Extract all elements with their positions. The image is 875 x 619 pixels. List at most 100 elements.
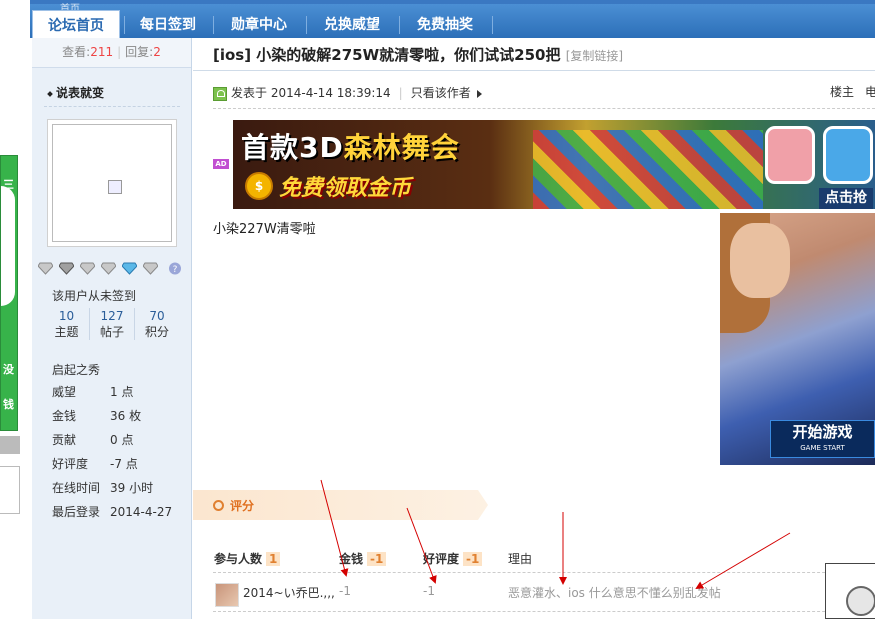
post-meta: 发表于 2014-4-14 18:39:14 | 只看该作者	[213, 84, 482, 101]
profile-value: 2014-4-27	[110, 505, 173, 519]
profile-value: 0 点	[110, 433, 134, 447]
col-money: 金钱 -1	[339, 550, 387, 567]
diamond-medal-icon[interactable]	[38, 262, 53, 275]
replies-count: 2	[153, 45, 161, 59]
rating-money: -1	[339, 584, 351, 598]
online-user-icon	[213, 86, 227, 101]
rating-circle-icon	[213, 500, 224, 511]
post-main: [ios] 小染的破解275W就清零啦，你们试试250把 [复制链接] 发表于 …	[193, 38, 875, 619]
panda-character-icon	[823, 126, 873, 184]
banner-cta-button[interactable]: 点击抢	[819, 188, 873, 209]
broken-image-icon	[108, 180, 122, 194]
top-nav-bar: 首页 论坛首页 每日签到 勋章中心 兑换威望 免费抽奖	[30, 0, 875, 42]
col-reason: 理由	[508, 552, 533, 566]
rating-heading: 评分	[230, 499, 255, 513]
start-game-button[interactable]: 开始游戏 GAME START	[770, 420, 875, 458]
divider	[213, 108, 875, 109]
rater-avatar[interactable]	[215, 583, 239, 607]
checkin-status: 该用户从未签到	[52, 289, 137, 303]
col-participants-label: 参与人数	[214, 552, 263, 566]
diamond-medal-icon[interactable]	[59, 262, 74, 275]
profile-key: 金钱	[52, 409, 77, 423]
counter-topics[interactable]: 10 主题	[44, 308, 89, 340]
views-count: 211	[90, 45, 114, 59]
post-body: 小染227W清零啦	[213, 222, 316, 237]
col-participants: 参与人数 1	[214, 550, 281, 567]
money-total: -1	[367, 552, 387, 566]
profile-value: -7 点	[110, 457, 138, 471]
float-ad-glyph: 钱	[3, 398, 14, 411]
banner-headline-part: 首款3D	[241, 131, 344, 164]
rater-name[interactable]: 2014~い乔巴.,,,	[243, 584, 335, 601]
profile-key: 威望	[52, 385, 77, 399]
divider	[193, 70, 875, 71]
arrow-right-icon	[476, 89, 482, 98]
counter-label: 帖子	[99, 325, 124, 339]
forum-thread-page: 首页 论坛首页 每日签到 勋章中心 兑换威望 免费抽奖 三 没 钱 查看:211…	[0, 0, 875, 619]
rep-total: -1	[463, 552, 483, 566]
mascot-face-icon	[846, 586, 875, 616]
start-game-label: 开始游戏	[792, 423, 853, 441]
game-side-ad[interactable]: 开始游戏 GAME START	[720, 213, 875, 465]
coin-icon: $	[245, 172, 273, 200]
game-banner-ad[interactable]: 首款3D森林舞会 $ 免费领取金币 点击抢	[233, 120, 875, 209]
user-rank: 启起之秀	[52, 363, 101, 377]
banner-headline: 首款3D森林舞会	[241, 126, 460, 166]
banner-headline-part: 森林舞会	[343, 131, 460, 164]
diamond-medal-icon[interactable]	[101, 262, 116, 275]
counter-points[interactable]: 70 积分	[134, 308, 179, 340]
counter-label: 积分	[144, 325, 169, 339]
profile-key: 最后登录	[52, 505, 101, 519]
nav-divider	[306, 16, 307, 34]
replies-label: 回复:	[125, 45, 154, 59]
counter-value: 70	[149, 309, 165, 323]
avatar[interactable]	[47, 119, 177, 247]
counter-label: 主题	[54, 325, 79, 339]
banner-subline: 免费领取金币	[279, 176, 412, 201]
float-ad-glyph: 没	[3, 363, 14, 376]
float-ad-circle	[1, 186, 15, 306]
diamond-medal-icon[interactable]	[143, 262, 158, 275]
only-author-link[interactable]: 只看该作者	[411, 86, 471, 100]
copy-link-button[interactable]: [复制链接]	[566, 49, 623, 63]
author-sidebar: 查看:211 | 回复:2 说表就变 ? 该用户从未签到 10 主题 127 帖子 70…	[32, 38, 192, 619]
profile-key: 好评度	[52, 457, 89, 471]
profile-value: 1 点	[110, 385, 134, 399]
thread-stats: 查看:211 | 回复:2	[32, 38, 191, 68]
float-ad-close[interactable]	[0, 436, 20, 454]
diamond-medal-icon[interactable]	[80, 262, 95, 275]
counter-posts[interactable]: 127 帖子	[89, 308, 134, 340]
col-rep-label: 好评度	[423, 552, 460, 566]
profile-field: 贡献 0 点	[52, 431, 182, 449]
profile-key: 贡献	[52, 433, 77, 447]
participants-count: 1	[266, 552, 281, 566]
nav-ghost-text: 首页	[60, 0, 80, 15]
author-name[interactable]: 说表就变	[48, 84, 104, 101]
profile-field: 金钱 36 枚	[52, 407, 182, 425]
profile-field: 最后登录 2014-4-27	[52, 503, 182, 521]
corner-widget[interactable]	[825, 563, 875, 619]
blue-diamond-medal-icon[interactable]	[122, 262, 137, 275]
author-counters: 10 主题 127 帖子 70 积分	[44, 308, 180, 344]
col-money-label: 金钱	[339, 552, 364, 566]
rating-reason: 恶意灌水、ios 什么意思不懂么别乱发帖	[508, 586, 721, 600]
counter-value: 127	[100, 309, 124, 323]
help-icon[interactable]: ?	[168, 262, 183, 275]
rating-rep: -1	[423, 584, 435, 598]
col-reputation: 好评度 -1	[423, 550, 483, 567]
float-ad-secondary[interactable]	[0, 466, 20, 514]
svg-text:?: ?	[173, 265, 178, 275]
lion-character-icon	[765, 126, 815, 184]
nav-divider	[399, 16, 400, 34]
nav-divider	[124, 16, 125, 34]
posted-time: 2014-4-14 18:39:14	[270, 86, 391, 100]
profile-key: 在线时间	[52, 481, 101, 495]
banner-game-board	[533, 130, 763, 209]
posted-prefix: 发表于	[231, 86, 268, 100]
left-floating-ad[interactable]: 三 没 钱	[0, 155, 18, 431]
profile-value: 39 小时	[110, 481, 154, 495]
medal-row: ?	[38, 262, 188, 276]
profile-value: 36 枚	[110, 409, 142, 423]
profile-field: 在线时间 39 小时	[52, 479, 182, 497]
profile-field: 好评度 -7 点	[52, 455, 182, 473]
